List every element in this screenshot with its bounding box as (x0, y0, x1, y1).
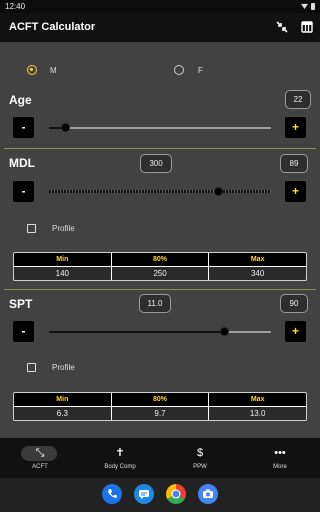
divider (4, 148, 316, 149)
mdl-slider-track[interactable] (49, 190, 271, 193)
nav-acft[interactable]: ⤡ ACFT (0, 438, 80, 478)
nav-more-label: More (273, 464, 287, 470)
more-icon: ••• (274, 447, 286, 459)
mdl-value-box: 300 (140, 154, 172, 173)
battery-icon (311, 3, 315, 10)
spt-slider-thumb[interactable] (220, 327, 230, 336)
nav-acft-label: ACFT (32, 464, 48, 470)
mdl-minus-button[interactable]: - (13, 181, 34, 202)
table-cell-80: 250 (111, 267, 209, 280)
table-header-80: 80% (111, 253, 209, 266)
spt-points-box: 90 (280, 294, 308, 313)
spt-slider-fill (49, 331, 225, 333)
nav-ppw[interactable]: $ PPW (160, 438, 240, 478)
table-header-min: Min (14, 393, 111, 406)
fullscreen-exit-icon[interactable] (275, 20, 289, 34)
table-cell-min: 6.3 (14, 407, 111, 420)
table-header-80: 80% (111, 393, 209, 406)
wifi-icon (301, 3, 308, 9)
spt-label: SPT (9, 297, 33, 311)
table-cell-80: 9.7 (111, 407, 209, 420)
nav-body-comp[interactable]: ✝ Body Comp (80, 438, 160, 478)
radio-female-label: F (198, 66, 203, 75)
table-cell-min: 140 (14, 267, 111, 280)
mdl-profile-checkbox[interactable] (27, 224, 36, 233)
mdl-slider-thumb[interactable] (213, 187, 223, 196)
spt-slider-track[interactable] (49, 331, 271, 333)
mdl-label: MDL (9, 156, 35, 170)
main-content: M F Age 22 - + MDL 300 89 - + Profile Mi… (0, 42, 320, 438)
nav-body-comp-label: Body Comp (104, 464, 136, 470)
camera-icon[interactable] (198, 484, 218, 504)
spt-profile-label: Profile (52, 363, 75, 372)
table-header-max: Max (209, 253, 306, 266)
radio-male-label: M (50, 66, 57, 75)
age-value-box: 22 (285, 90, 311, 109)
table-header-min: Min (14, 253, 111, 266)
age-plus-button[interactable]: + (285, 117, 306, 138)
spt-profile-checkbox[interactable] (27, 363, 36, 372)
divider (4, 289, 316, 290)
table-cell-max: 340 (209, 267, 306, 280)
mdl-profile-label: Profile (52, 224, 75, 233)
fitness-icon: ⤡ (35, 447, 45, 459)
radio-male[interactable] (27, 65, 37, 75)
status-icons (301, 3, 315, 10)
mdl-points-box: 89 (280, 154, 308, 173)
mdl-plus-button[interactable]: + (285, 181, 306, 202)
spt-plus-button[interactable]: + (285, 321, 306, 342)
age-minus-button[interactable]: - (13, 117, 34, 138)
age-slider-track[interactable] (49, 127, 271, 129)
app-bar: ACFT Calculator (0, 13, 320, 42)
system-dock (0, 478, 320, 512)
age-slider-thumb[interactable] (60, 123, 70, 132)
table-cell-max: 13.0 (209, 407, 306, 420)
dollar-icon: $ (196, 447, 204, 459)
radio-female[interactable] (174, 65, 184, 75)
nav-more[interactable]: ••• More (240, 438, 320, 478)
mdl-standards-table: Min 80% Max 140 250 340 (13, 252, 307, 281)
spt-value-box: 11.0 (139, 294, 171, 313)
status-bar: 12:40 (0, 0, 320, 13)
table-header-max: Max (209, 393, 306, 406)
table-icon[interactable] (300, 20, 314, 34)
age-label: Age (9, 93, 32, 107)
status-time: 12:40 (5, 2, 26, 11)
spt-minus-button[interactable]: - (13, 321, 34, 342)
body-icon: ✝ (115, 447, 125, 459)
phone-icon[interactable] (102, 484, 122, 504)
messages-icon[interactable] (134, 484, 154, 504)
spt-standards-table: Min 80% Max 6.3 9.7 13.0 (13, 392, 307, 421)
nav-ppw-label: PPW (193, 464, 207, 470)
bottom-nav: ⤡ ACFT ✝ Body Comp $ PPW ••• More (0, 438, 320, 478)
app-title: ACFT Calculator (9, 21, 96, 33)
chrome-icon[interactable] (166, 484, 186, 504)
